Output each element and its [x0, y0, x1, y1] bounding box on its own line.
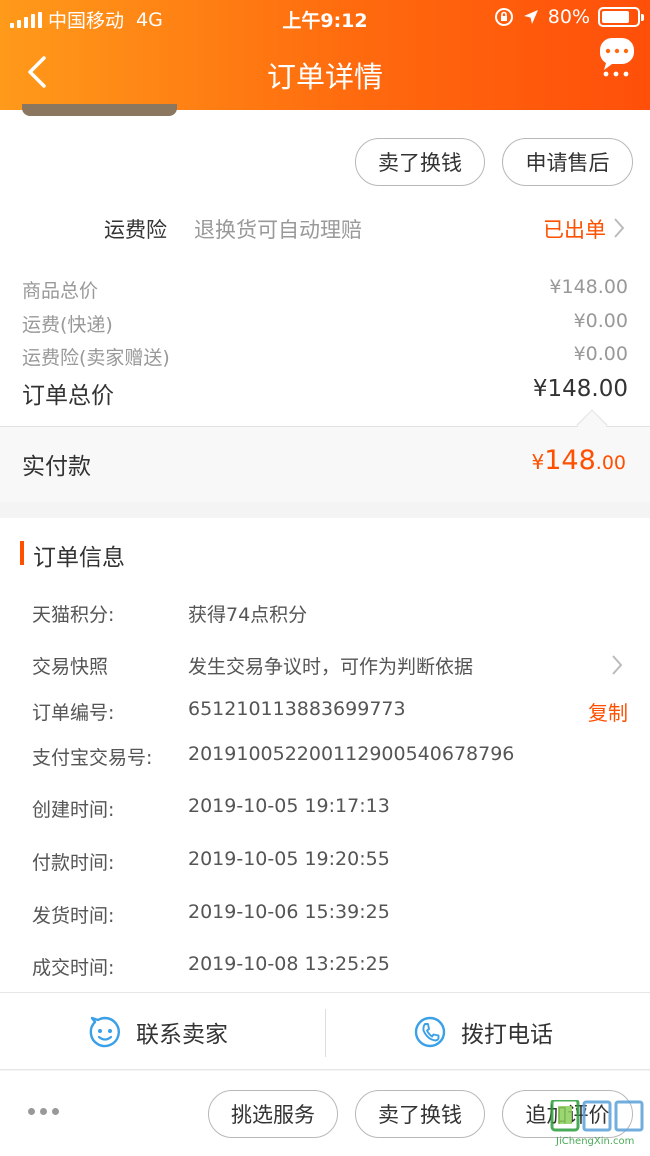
- paid-integer: 148: [544, 445, 596, 476]
- info-value: 2019100522001129005406787​96: [188, 743, 515, 765]
- paid-currency: ¥: [531, 450, 545, 474]
- snapshot-chevron-icon[interactable]: [610, 653, 624, 677]
- info-key: 支付宝交易号:: [32, 747, 153, 769]
- paid-amount-row: 实付款 ¥148.00: [0, 426, 650, 502]
- info-key: 交易快照: [32, 656, 109, 678]
- order-total-row: 订单总价 ¥148.00: [22, 376, 628, 410]
- info-value: 2019-10-06 15:39:25: [188, 901, 390, 923]
- order-total-value: ¥148.00: [532, 376, 628, 402]
- info-value: 2019-10-05 19:20:55: [188, 848, 390, 870]
- call-phone-label: 拨打电话: [461, 1022, 553, 1048]
- watermark-logo: JiChengXin.com: [550, 1100, 644, 1147]
- fee-value: ¥148.00: [549, 276, 628, 298]
- section-accent-bar: [20, 541, 24, 565]
- paid-amount: ¥148.00: [532, 445, 627, 476]
- info-key: 发货时间:: [32, 905, 115, 927]
- fee-label: 运费险(卖家赠送): [22, 347, 170, 369]
- orientation-lock-icon: [494, 8, 513, 26]
- shipping-insurance-status[interactable]: 已出单: [543, 214, 606, 244]
- fee-value: ¥0.00: [573, 310, 628, 332]
- svg-text:JiChengXin.com: JiChengXin.com: [555, 1136, 634, 1147]
- more-dots-icon[interactable]: [28, 1108, 59, 1115]
- contact-bar: 联系卖家 拨打电话: [0, 992, 650, 1070]
- call-phone-button[interactable]: 拨打电话: [413, 1015, 553, 1049]
- status-right: 80%: [494, 6, 644, 28]
- info-key: 创建时间:: [32, 799, 115, 821]
- contact-seller-button[interactable]: 联系卖家: [88, 1015, 228, 1049]
- product-thumbnail: [22, 104, 177, 116]
- info-key: 订单编号:: [32, 702, 115, 724]
- fee-label: 运费(快递): [22, 314, 113, 336]
- contact-seller-label: 联系卖家: [136, 1022, 228, 1048]
- info-value: 2019-10-05 19:17:13: [188, 795, 390, 817]
- page-title: 订单详情: [266, 60, 383, 94]
- order-info-title: 订单信息: [33, 545, 125, 571]
- fee-value: ¥0.00: [573, 343, 628, 365]
- chevron-right-icon[interactable]: [612, 216, 626, 240]
- info-key: 付款时间:: [32, 852, 115, 874]
- request-after-sale-button[interactable]: 申请售后: [502, 138, 633, 186]
- battery-percent: 80%: [547, 6, 590, 28]
- order-total-label: 订单总价: [22, 383, 114, 409]
- chat-smile-icon: [89, 1016, 120, 1048]
- info-key: 成交时间:: [32, 957, 115, 979]
- fee-row-goods: 商品总价 ¥148.00: [22, 276, 628, 303]
- phone-icon: [414, 1016, 446, 1048]
- fee-row-shipping: 运费(快递) ¥0.00: [22, 310, 628, 337]
- more-icon[interactable]: [594, 36, 638, 80]
- fee-row-insurance: 运费险(卖家赠送) ¥0.00: [22, 343, 628, 370]
- sell-for-cash-button[interactable]: 卖了换钱: [355, 138, 485, 186]
- sell-for-cash-bottom-button[interactable]: 卖了换钱: [355, 1090, 485, 1138]
- battery-icon: [598, 7, 644, 27]
- shipping-insurance-desc: 退换货可自动理赔: [194, 218, 362, 242]
- info-key: 天猫积分:: [32, 604, 115, 626]
- shipping-insurance-label: 运费险: [104, 218, 167, 242]
- choose-service-button[interactable]: 挑选服务: [208, 1090, 338, 1138]
- paid-decimal: .00: [595, 452, 626, 474]
- info-value: 651210113883699773: [188, 698, 406, 720]
- location-icon: [523, 10, 538, 24]
- fee-label: 商品总价: [22, 280, 99, 302]
- info-value: 2019-10-08 13:25:25: [188, 953, 390, 975]
- status-bar: 中国移动 4G 上午9:12 80%: [0, 0, 650, 36]
- copy-order-number-button[interactable]: 复制: [588, 697, 628, 726]
- info-value: 获得74点积分: [188, 604, 308, 626]
- paid-label: 实付款: [22, 454, 91, 480]
- contact-divider: [325, 1009, 326, 1057]
- info-value: 发生交易争议时，可作为判断依据: [188, 656, 474, 678]
- header: 中国移动 4G 上午9:12 80% 订单详情: [0, 0, 650, 110]
